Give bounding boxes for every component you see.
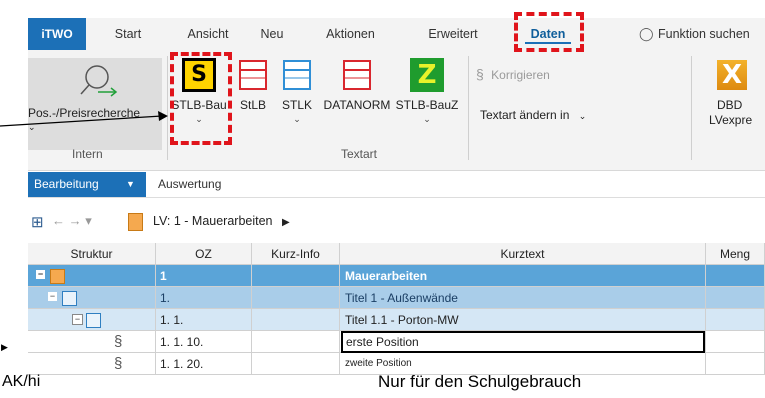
- author-initials: AK/hi: [2, 373, 41, 390]
- annotation-arrow: [0, 111, 168, 127]
- watermark-text: Nur für den Schulgebrauch: [378, 372, 582, 391]
